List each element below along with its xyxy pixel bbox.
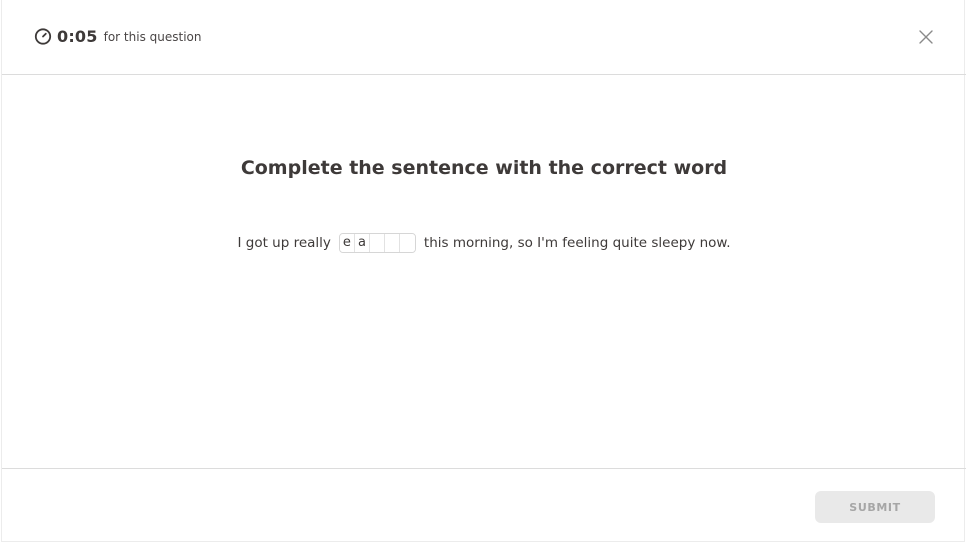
submit-button[interactable]: SUBMIT bbox=[815, 491, 935, 523]
question-footer: SUBMIT bbox=[2, 468, 966, 542]
question-timer: 0:05 for this question bbox=[34, 26, 201, 46]
close-icon bbox=[919, 30, 933, 44]
close-button[interactable] bbox=[916, 27, 936, 47]
word-input[interactable]: e a bbox=[338, 232, 416, 253]
question-header: 0:05 for this question bbox=[2, 0, 966, 75]
sentence-after-text: this morning, so I'm feeling quite sleep… bbox=[423, 234, 731, 251]
timer-caption: for this question bbox=[103, 30, 202, 44]
letter-slot[interactable] bbox=[399, 233, 415, 252]
stopwatch-icon bbox=[34, 28, 52, 45]
letter-slot[interactable]: a bbox=[354, 233, 370, 252]
sentence-before-text: I got up really bbox=[237, 234, 331, 251]
timer-value: 0:05 bbox=[57, 26, 98, 46]
question-prompt: Complete the sentence with the correct w… bbox=[240, 157, 728, 179]
letter-slot[interactable]: e bbox=[339, 233, 355, 252]
fill-in-sentence: I got up really e a this morning, so I'm… bbox=[2, 232, 966, 253]
letter-slot[interactable] bbox=[369, 233, 385, 252]
question-panel: 0:05 for this question Complete the sent… bbox=[1, 0, 966, 542]
letter-slot[interactable] bbox=[384, 233, 400, 252]
